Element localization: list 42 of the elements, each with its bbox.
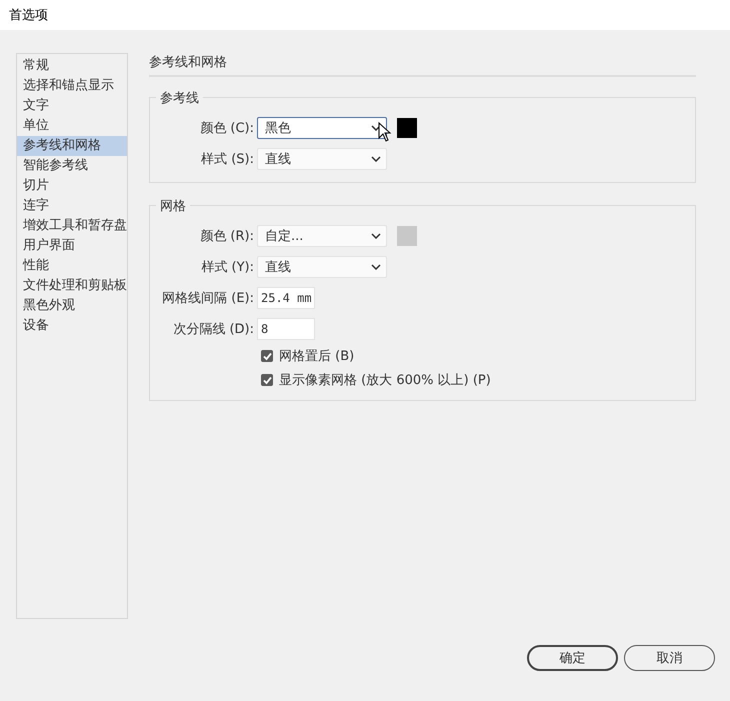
sidebar-item[interactable]: 设备 <box>17 316 127 336</box>
dialog-button[interactable]: 取消 <box>624 645 715 671</box>
caret-icon <box>371 232 381 238</box>
field-label: 颜色 (C): <box>199 120 255 136</box>
sidebar-item[interactable]: 选择和锚点显示 <box>17 76 127 96</box>
sidebar-item[interactable]: 参考线和网格 <box>17 136 127 156</box>
field-label: 次分隔线 (D): <box>172 320 255 338</box>
window-title: 首选项 <box>9 7 48 24</box>
field-label: 颜色 (R): <box>199 228 255 244</box>
sidebar-item[interactable]: 文件处理和剪贴板 <box>17 276 127 296</box>
dropdown[interactable]: 自定... <box>257 224 387 246</box>
sidebar-item[interactable]: 性能 <box>17 256 127 276</box>
section-title: 参考线和网格 <box>149 53 696 77</box>
color-swatch[interactable] <box>397 118 417 138</box>
pointer-icon <box>378 122 392 142</box>
caret-icon <box>371 264 381 270</box>
field-label: 样式 (Y): <box>200 258 255 276</box>
group-title: 参考线 <box>156 89 203 107</box>
checkbox[interactable] <box>261 374 273 386</box>
input-field[interactable]: 8 <box>257 318 315 340</box>
dialog-button[interactable]: 确定 <box>527 645 618 671</box>
sidebar-item[interactable]: 黑色外观 <box>17 296 127 316</box>
sidebar-item[interactable]: 单位 <box>17 116 127 136</box>
group-title: 网格 <box>156 197 190 215</box>
dropdown[interactable]: 直线 <box>257 148 387 170</box>
sidebar-item[interactable]: 增效工具和暂存盘 <box>17 216 127 236</box>
sidebar-item[interactable]: 连字 <box>17 196 127 216</box>
caret-icon <box>371 156 381 162</box>
sidebar-item[interactable]: 切片 <box>17 176 127 196</box>
sidebar-item[interactable]: 用户界面 <box>17 236 127 256</box>
input-field[interactable]: 25.4 mm <box>257 286 315 308</box>
color-swatch[interactable] <box>397 226 417 246</box>
checkbox[interactable] <box>261 350 273 362</box>
sidebar-item[interactable]: 文字 <box>17 96 127 116</box>
sidebar-item[interactable]: 智能参考线 <box>17 156 127 176</box>
field-label: 网格线间隔 (E): <box>161 290 255 306</box>
sidebar-item[interactable]: 常规 <box>17 56 127 76</box>
field-label: 样式 (S): <box>200 150 255 168</box>
checkbox-label: 网格置后 (B) <box>279 348 354 365</box>
dropdown[interactable]: 直线 <box>257 256 387 278</box>
caret-icon <box>371 124 381 130</box>
checkbox-label: 显示像素网格 (放大 600% 以上) (P) <box>279 372 491 389</box>
